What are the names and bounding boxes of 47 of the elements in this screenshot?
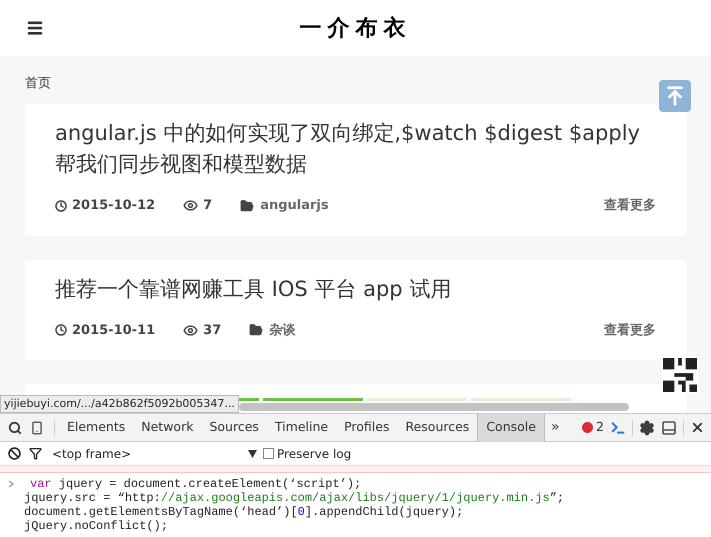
more-tabs-button[interactable]: » — [544, 417, 566, 438]
view-count: 7 — [203, 197, 212, 215]
devtools-tab[interactable]: Resources — [397, 414, 478, 442]
breadcrumb-link[interactable]: 首页 — [25, 76, 51, 91]
site-logo[interactable]: 一介布衣 — [300, 12, 412, 44]
error-count[interactable]: 2 — [596, 418, 604, 437]
console-line: var jquery = document.createElement(‘script’); — [29, 477, 362, 491]
category-link[interactable]: angularjs — [260, 196, 329, 216]
folder-icon — [240, 198, 254, 213]
devtools-tab[interactable]: Elements — [59, 414, 134, 442]
search-icon[interactable] — [8, 420, 22, 434]
read-more-link[interactable]: 查看更多 — [604, 320, 656, 340]
phone-icon[interactable] — [30, 420, 44, 434]
clock-icon — [55, 324, 67, 336]
error-icon — [582, 422, 594, 433]
clock-icon — [55, 200, 67, 212]
filter-icon[interactable] — [29, 447, 42, 460]
prompt-chevron-icon — [8, 480, 14, 488]
frame-select[interactable]: <top frame> — [52, 444, 257, 462]
view-count: 37 — [203, 322, 222, 340]
arrow-up-icon — [664, 85, 686, 107]
devtools-tab[interactable]: Network — [133, 414, 202, 442]
devtools-tab[interactable]: Sources — [201, 414, 267, 442]
dock-icon[interactable] — [661, 420, 677, 436]
preserve-log-checkbox[interactable]: Preserve log — [263, 444, 352, 462]
eye-icon — [183, 198, 198, 214]
devtools-tab[interactable]: Timeline — [266, 414, 336, 442]
devtools-tab[interactable]: Profiles — [336, 414, 398, 442]
settings-icon[interactable] — [639, 420, 655, 436]
dropdown-caret-icon — [248, 450, 257, 458]
menu-icon[interactable] — [26, 19, 44, 37]
console-line: document.getElementsByTagName(‘head’)[0].appendChild(jquery); — [24, 505, 464, 519]
devtools-tab[interactable]: Console — [477, 414, 545, 442]
console-drawer-icon[interactable] — [610, 420, 626, 436]
post-title[interactable]: 推荐一个靠谱网赚工具 IOS 平台 app 试用 — [55, 274, 656, 304]
close-icon[interactable] — [690, 420, 705, 435]
eye-icon — [183, 322, 198, 338]
post-title[interactable]: angular.js 中的如何实现了双向绑定,$watch $digest $apply 帮我们同步视图和模型数据 — [55, 118, 656, 180]
category-link[interactable]: 杂谈 — [269, 320, 296, 340]
status-url: yijiebuyi.com/.../a42b862f5092b005347... — [0, 395, 239, 413]
post-date: 2015-10-12 — [72, 197, 156, 215]
console-line: jquery.src = “http://ajax.googleapis.com/ajax/libs/jquery/1/jquery.min.js”; — [24, 491, 564, 505]
read-more-link[interactable]: 查看更多 — [604, 196, 656, 216]
console-line: jQuery.noConflict(); — [24, 519, 170, 533]
post-date: 2015-10-11 — [72, 322, 156, 340]
folder-icon — [249, 323, 264, 338]
clear-icon[interactable] — [8, 447, 21, 460]
